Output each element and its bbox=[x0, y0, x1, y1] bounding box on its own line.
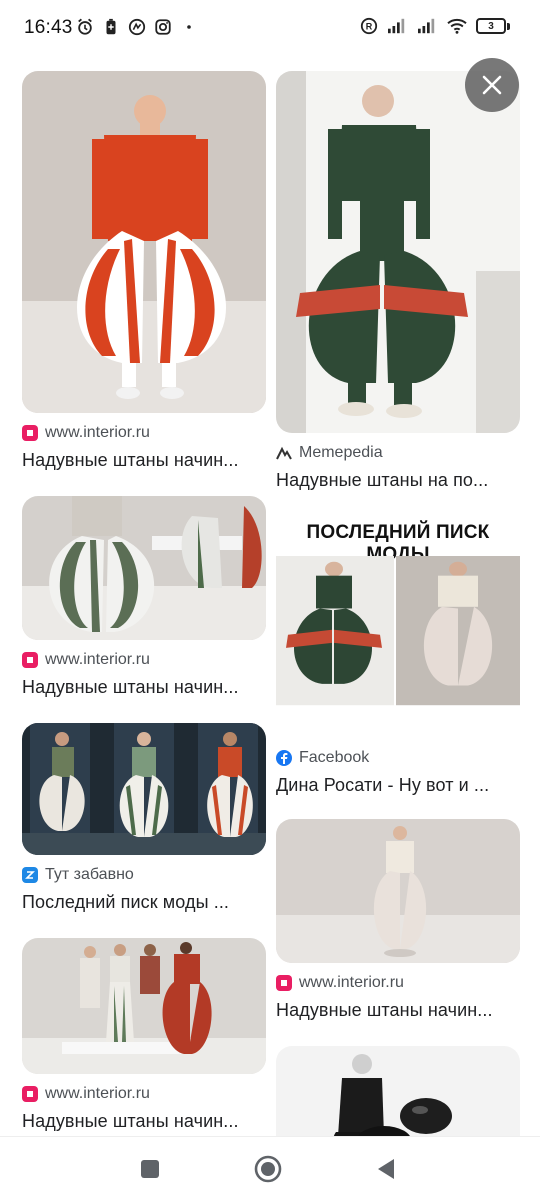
result-source: www.interior.ru bbox=[299, 974, 404, 991]
signal-icon bbox=[418, 18, 435, 34]
result-card[interactable]: www.interior.ru Надувные штаны начин... bbox=[22, 496, 266, 698]
result-title[interactable]: Надувные штаны на по... bbox=[276, 470, 520, 491]
result-card[interactable] bbox=[276, 1046, 520, 1136]
back-button[interactable] bbox=[370, 1153, 402, 1185]
result-title[interactable]: Дина Росати - Ну вот и ... bbox=[276, 775, 520, 796]
result-title[interactable]: Последний писк моды ... bbox=[22, 892, 266, 913]
site-favicon-icon bbox=[276, 975, 292, 991]
result-title[interactable]: Надувные штаны начин... bbox=[22, 1111, 266, 1132]
vpn-icon bbox=[128, 18, 146, 36]
result-source: www.interior.ru bbox=[45, 651, 150, 668]
result-card[interactable]: ПОСЛЕДНИЙ ПИСК МОДЫ Facebook Дина Росати… bbox=[276, 516, 520, 796]
image-results-grid: www.interior.ru Надувные штаны начин... bbox=[0, 56, 540, 1136]
instagram-icon bbox=[155, 19, 171, 35]
close-icon bbox=[482, 75, 502, 95]
result-image[interactable] bbox=[22, 723, 266, 855]
result-card[interactable]: Тут забавно Последний писк моды ... bbox=[22, 723, 266, 913]
back-icon bbox=[378, 1159, 394, 1179]
result-image[interactable] bbox=[22, 496, 266, 640]
result-card[interactable]: Memepedia Надувные штаны на по... bbox=[276, 71, 520, 491]
status-bar: 16:43 R 3 bbox=[0, 0, 540, 56]
result-source: www.interior.ru bbox=[45, 1085, 150, 1102]
result-image[interactable] bbox=[22, 938, 266, 1074]
result-image[interactable] bbox=[276, 819, 520, 963]
result-image[interactable] bbox=[276, 71, 520, 433]
recents-icon bbox=[141, 1160, 159, 1178]
result-source: www.interior.ru bbox=[45, 424, 150, 441]
result-title[interactable]: Надувные штаны начин... bbox=[276, 1000, 520, 1021]
battery-level: 3 bbox=[476, 18, 506, 34]
result-card[interactable]: www.interior.ru Надувные штаны начин... bbox=[22, 938, 266, 1132]
site-favicon-icon bbox=[22, 1086, 38, 1102]
result-source: Тут забавно bbox=[45, 866, 134, 883]
alarm-icon bbox=[78, 18, 92, 35]
site-favicon-icon bbox=[22, 425, 38, 441]
navigation-bar bbox=[0, 1136, 540, 1200]
result-source: Memepedia bbox=[299, 444, 383, 461]
dot-icon bbox=[187, 25, 191, 29]
facebook-icon bbox=[276, 750, 292, 766]
site-favicon-icon bbox=[22, 867, 38, 883]
result-title[interactable]: Надувные штаны начин... bbox=[22, 677, 266, 698]
result-source: Facebook bbox=[299, 749, 370, 766]
recents-button[interactable] bbox=[134, 1153, 166, 1185]
home-button[interactable] bbox=[252, 1153, 284, 1185]
wifi-icon bbox=[447, 18, 467, 34]
signal-icon bbox=[388, 18, 405, 34]
result-image[interactable] bbox=[276, 1046, 520, 1136]
svg-text:R: R bbox=[366, 22, 373, 32]
result-image[interactable] bbox=[22, 71, 266, 413]
battery-icon: 3 bbox=[476, 18, 510, 34]
result-card[interactable]: www.interior.ru Надувные штаны начин... bbox=[276, 819, 520, 1021]
memepedia-logo-icon bbox=[276, 445, 292, 461]
result-image[interactable]: ПОСЛЕДНИЙ ПИСК МОДЫ bbox=[276, 516, 520, 738]
home-icon bbox=[254, 1155, 282, 1183]
battery-saver-icon bbox=[106, 18, 116, 35]
registered-icon: R bbox=[360, 17, 378, 35]
result-title[interactable]: Надувные штаны начин... bbox=[22, 450, 266, 471]
close-button[interactable] bbox=[465, 58, 519, 112]
site-favicon-icon bbox=[22, 652, 38, 668]
result-card[interactable]: www.interior.ru Надувные штаны начин... bbox=[22, 71, 266, 471]
status-time: 16:43 bbox=[24, 17, 73, 38]
